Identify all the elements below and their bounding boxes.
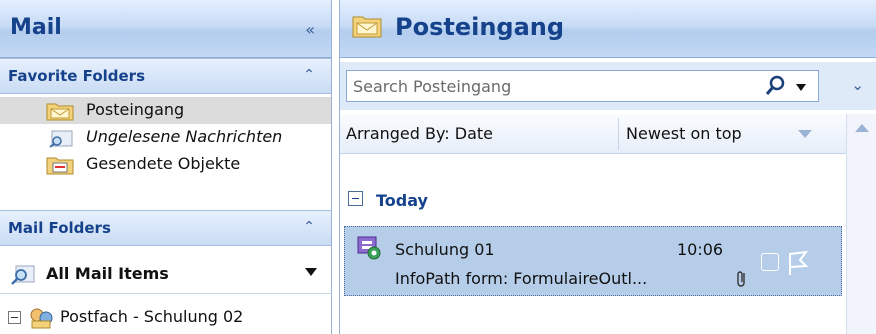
favorite-item-posteingang[interactable]: Posteingang xyxy=(0,97,331,124)
message-subject: InfoPath form: FormulaireOutl... xyxy=(395,269,648,288)
mail-folders-title: Mail Folders xyxy=(8,219,111,237)
collapse-tree-icon[interactable] xyxy=(8,311,21,324)
favorite-folders-header[interactable]: Favorite Folders ⌃ xyxy=(0,58,331,94)
nav-title: Mail xyxy=(10,15,62,40)
infopath-form-icon xyxy=(357,236,381,260)
page-title: Posteingang xyxy=(395,13,565,41)
favorite-folders-title: Favorite Folders xyxy=(8,67,145,85)
search-box[interactable] xyxy=(346,70,819,102)
sent-items-folder-icon xyxy=(46,157,74,175)
mailbox-icon xyxy=(30,308,53,329)
column-divider xyxy=(618,118,619,150)
attachment-icon xyxy=(737,271,745,287)
mailbox-tree-item[interactable]: Postfach - Schulung 02 xyxy=(0,305,331,334)
flag-icon[interactable] xyxy=(785,249,809,277)
message-list-item[interactable]: Schulung 01 10:06 InfoPath form: Formula… xyxy=(344,226,842,296)
favorite-item-gesendete[interactable]: Gesendete Objekte xyxy=(0,151,331,178)
inbox-folder-icon xyxy=(46,103,74,121)
favorite-item-label: Posteingang xyxy=(86,100,185,119)
expand-query-builder-button[interactable]: ⌄ xyxy=(851,76,864,94)
favorites-toggle-icon[interactable]: ⌃ xyxy=(303,67,315,83)
category-icon[interactable] xyxy=(761,253,779,271)
message-sender: Schulung 01 xyxy=(395,240,495,259)
sort-arrow-icon[interactable] xyxy=(798,130,812,138)
collapse-pane-button[interactable]: « xyxy=(305,20,315,39)
all-mail-items-label: All Mail Items xyxy=(46,264,169,283)
all-mail-items-selector[interactable]: All Mail Items xyxy=(0,254,331,294)
mail-folders-toggle-icon[interactable]: ⌃ xyxy=(303,219,315,235)
collapse-group-icon[interactable] xyxy=(348,191,363,206)
search-input[interactable] xyxy=(353,77,733,96)
arranged-by-button[interactable]: Arranged By: Date xyxy=(346,124,493,143)
dropdown-arrow-icon[interactable] xyxy=(305,268,317,276)
search-bar: ⌄ xyxy=(340,62,876,110)
search-icon[interactable] xyxy=(764,75,786,97)
mail-folders-header[interactable]: Mail Folders ⌃ xyxy=(0,210,331,246)
mailbox-label: Postfach - Schulung 02 xyxy=(60,307,244,326)
vertical-scrollbar[interactable] xyxy=(846,114,876,334)
message-time: 10:06 xyxy=(677,240,724,259)
favorite-item-ungelesene[interactable]: Ungelesene Nachrichten xyxy=(0,124,331,151)
inbox-pane: Posteingang ⌄ Arranged By: Date Newest o… xyxy=(339,0,876,334)
navigation-pane: Mail « Favorite Folders ⌃ Posteingang Un… xyxy=(0,0,332,334)
search-folder-icon xyxy=(11,265,35,285)
arrange-bar: Arranged By: Date Newest on top xyxy=(340,114,846,154)
nav-header: Mail « xyxy=(0,0,331,58)
sort-order-button[interactable]: Newest on top xyxy=(626,124,742,143)
search-options-dropdown-icon[interactable] xyxy=(796,84,806,91)
inbox-header: Posteingang xyxy=(340,0,876,58)
scroll-up-icon[interactable] xyxy=(855,124,869,132)
group-label: Today xyxy=(376,191,428,210)
favorite-item-label: Ungelesene Nachrichten xyxy=(86,127,283,146)
search-folder-icon xyxy=(49,130,73,148)
inbox-folder-icon xyxy=(352,16,382,38)
favorite-item-label: Gesendete Objekte xyxy=(86,154,241,173)
